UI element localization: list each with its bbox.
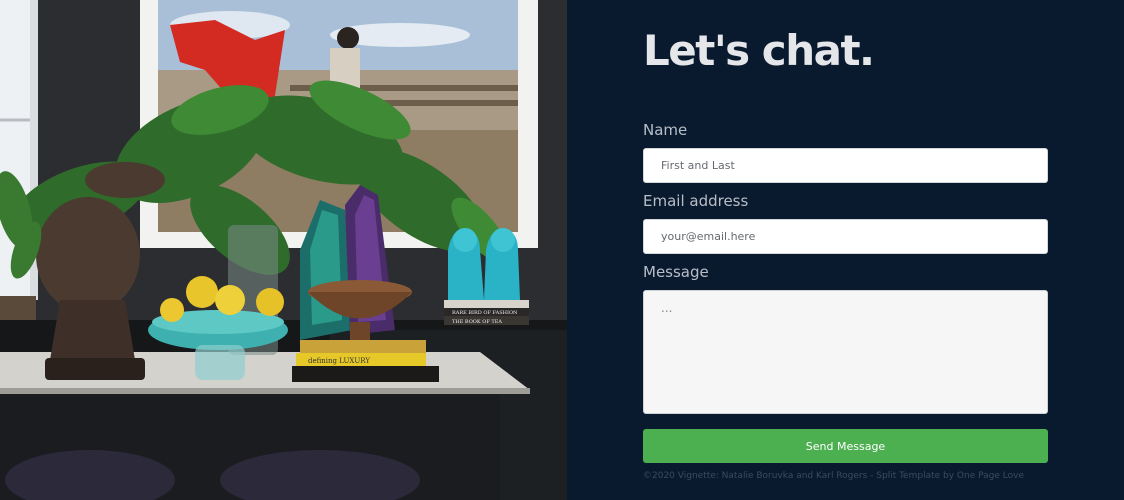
name-input[interactable] [643,148,1048,183]
send-message-button[interactable]: Send Message [643,429,1048,463]
message-label: Message [643,263,709,281]
hero-photo: defining LUXURY RARE BIRD OF FASHION THE… [0,0,567,500]
book-spine-luxury: defining LUXURY [308,357,370,365]
name-label: Name [643,121,688,139]
interior-vignette-illustration: defining LUXURY RARE BIRD OF FASHION THE… [0,0,567,500]
message-textarea[interactable] [643,290,1048,414]
footer-credit: ©2020 Vignette: Natalie Boruvka and Karl… [643,471,1024,481]
contact-panel: Let's chat. Name Email address Message S… [567,0,1124,500]
book-spine-tea: THE BOOK OF TEA [452,319,502,325]
page-title: Let's chat. [643,26,875,75]
email-input[interactable] [643,219,1048,254]
email-label: Email address [643,192,749,210]
book-spine-rare-bird: RARE BIRD OF FASHION [452,310,518,316]
